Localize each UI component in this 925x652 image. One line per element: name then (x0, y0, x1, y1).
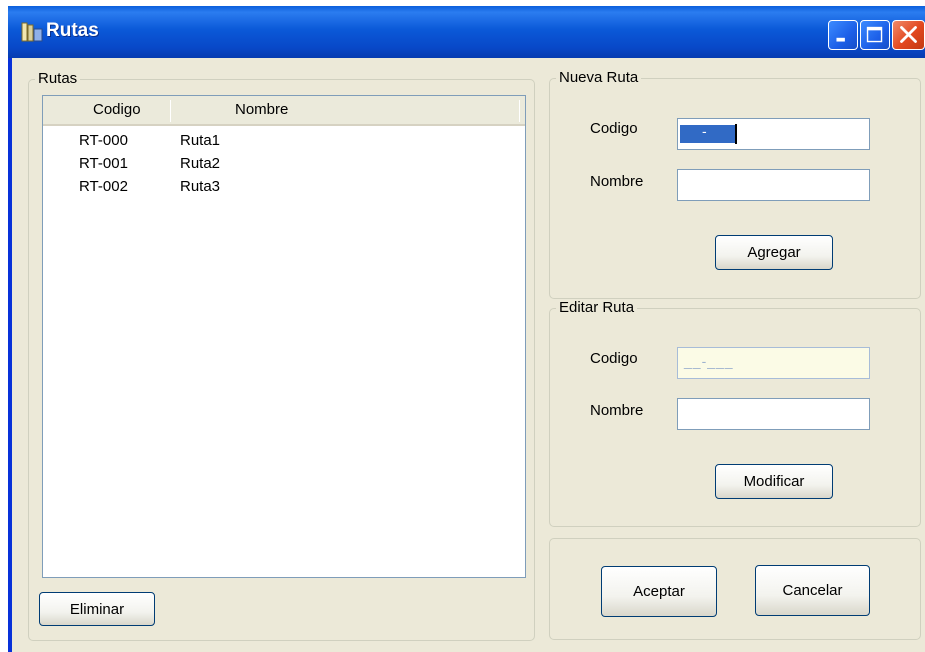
row-nombre: Ruta2 (180, 155, 221, 172)
table-row[interactable]: RT-000 Ruta1 (43, 130, 525, 152)
cancel-button[interactable]: Cancelar (755, 565, 870, 616)
mask-selection (680, 125, 736, 143)
maximize-icon (866, 26, 883, 43)
rutas-window: Rutas Rutas Codigo Nombre RT-000 Ruta1 R… (8, 6, 925, 652)
table-row[interactable]: RT-001 Ruta2 (43, 153, 525, 175)
column-divider[interactable] (519, 100, 520, 122)
row-nombre: Ruta3 (180, 178, 221, 195)
editar-codigo-mask: __-___ (684, 353, 734, 369)
nueva-codigo-field[interactable]: - (677, 118, 870, 150)
editar-codigo-label: Codigo (590, 350, 638, 367)
nueva-ruta-legend: Nueva Ruta (556, 69, 642, 87)
accept-button[interactable]: Aceptar (601, 566, 717, 617)
column-header-nombre[interactable]: Nombre (235, 101, 288, 118)
app-icon (21, 22, 43, 42)
editar-ruta-legend: Editar Ruta (556, 299, 638, 317)
maximize-button[interactable] (860, 20, 890, 50)
modify-button[interactable]: Modificar (715, 464, 833, 499)
minimize-icon (836, 37, 845, 42)
column-header-codigo[interactable]: Codigo (93, 101, 141, 118)
nueva-nombre-field[interactable] (677, 169, 870, 201)
delete-button[interactable]: Eliminar (39, 592, 155, 626)
editar-codigo-field: __-___ (677, 347, 870, 379)
add-button[interactable]: Agregar (715, 235, 833, 270)
row-codigo: RT-002 (79, 178, 128, 195)
text-caret (735, 124, 737, 144)
rutas-group-legend: Rutas (35, 70, 81, 88)
rutas-list-view[interactable]: Codigo Nombre RT-000 Ruta1 RT-001 Ruta2 … (42, 95, 526, 578)
close-icon (900, 26, 917, 43)
close-button[interactable] (892, 20, 925, 50)
title-bar[interactable]: Rutas (8, 6, 925, 58)
row-codigo: RT-001 (79, 155, 128, 172)
table-row[interactable]: RT-002 Ruta3 (43, 176, 525, 198)
editar-nombre-field[interactable] (677, 398, 870, 430)
row-nombre: Ruta1 (180, 132, 221, 149)
list-header: Codigo Nombre (43, 96, 525, 126)
nueva-codigo-label: Codigo (590, 120, 638, 137)
row-codigo: RT-000 (79, 132, 128, 149)
editar-nombre-label: Nombre (590, 402, 644, 419)
column-divider[interactable] (170, 100, 171, 122)
minimize-button[interactable] (828, 20, 858, 50)
nueva-nombre-label: Nombre (590, 173, 644, 190)
window-title: Rutas (46, 20, 99, 41)
nueva-codigo-mask: - (702, 123, 707, 139)
